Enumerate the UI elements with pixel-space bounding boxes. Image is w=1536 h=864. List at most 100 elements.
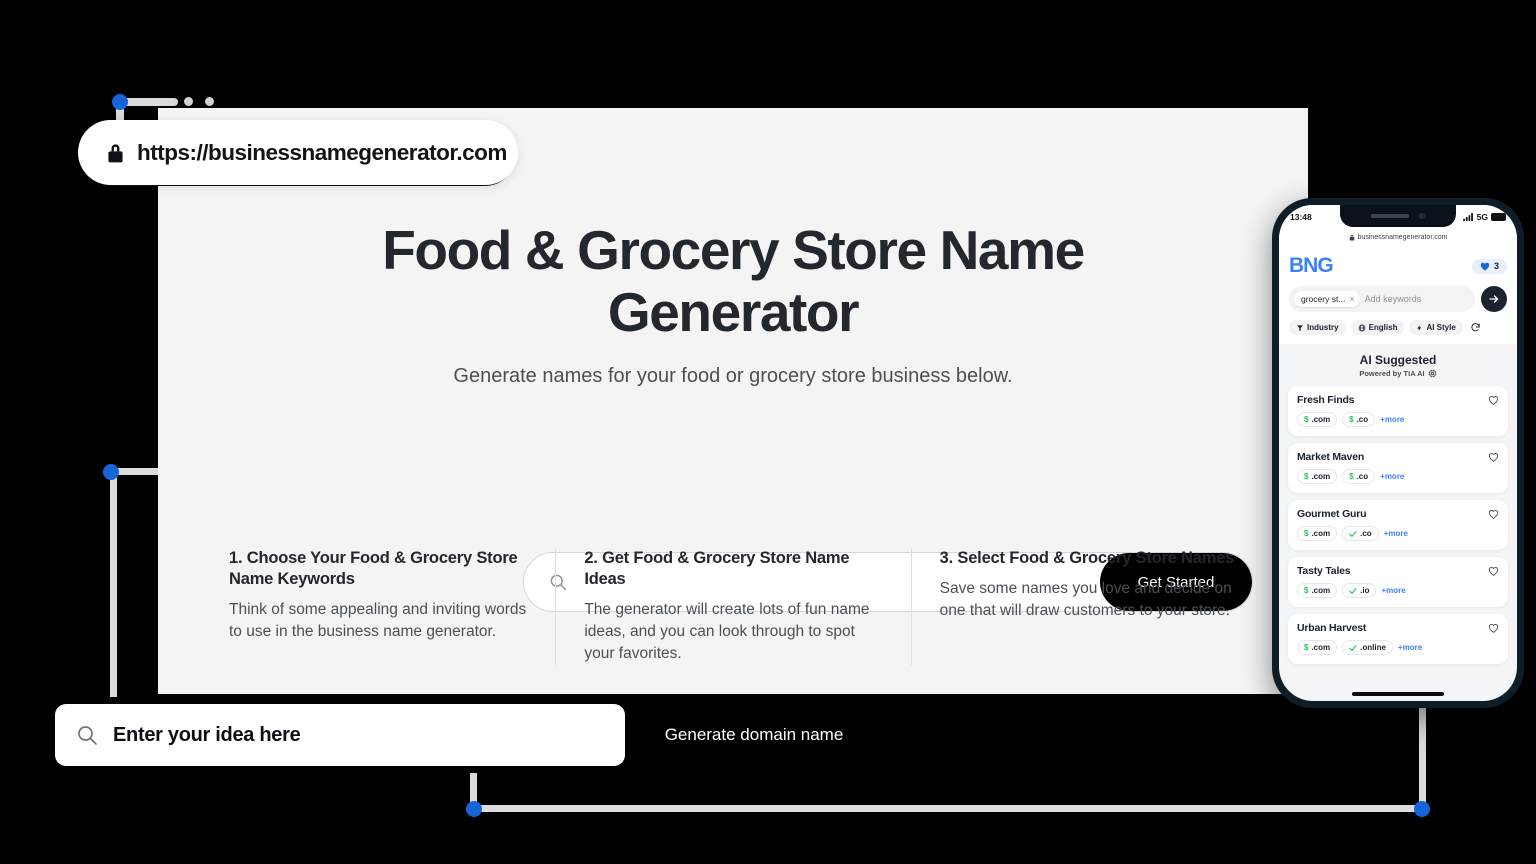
step-title: 1. Choose Your Food & Grocery Store Name… — [229, 549, 518, 589]
dollar-icon: $ — [1304, 643, 1309, 652]
result-name: Market Maven — [1297, 451, 1365, 463]
check-icon — [1349, 644, 1357, 652]
speaker-icon — [1371, 214, 1409, 218]
tld-badge[interactable]: $ .com — [1297, 526, 1338, 541]
tld-label: .co — [1356, 472, 1369, 481]
close-icon[interactable]: × — [1349, 294, 1354, 304]
tld-badge[interactable]: $ .com — [1297, 583, 1338, 598]
more-tlds-link[interactable]: +more — [1381, 586, 1405, 595]
heart-outline-icon — [1488, 623, 1499, 633]
search-icon — [75, 723, 99, 747]
favorite-button[interactable] — [1488, 623, 1499, 633]
browser-window: Food & Grocery Store Name Generator Gene… — [158, 108, 1308, 694]
more-tlds-link[interactable]: +more — [1380, 472, 1404, 481]
camera-icon — [1419, 213, 1425, 219]
more-tlds-link[interactable]: +more — [1398, 643, 1422, 652]
keyword-chip[interactable]: grocery st... × — [1294, 291, 1360, 307]
connector-dot-bottom-right — [1414, 801, 1430, 817]
bolt-icon — [1416, 324, 1423, 332]
connector-top-bar — [120, 98, 178, 106]
result-card[interactable]: Fresh Finds $ .com $ .co +more — [1288, 386, 1508, 436]
page-subtitle: Generate names for your food or grocery … — [453, 365, 1013, 388]
step-item-3: 3. Select Food & Grocery Store Names Sav… — [910, 548, 1266, 666]
favorite-button[interactable] — [1488, 566, 1499, 576]
more-tlds-link[interactable]: +more — [1380, 415, 1404, 424]
tld-badge[interactable]: $ .com — [1297, 469, 1338, 484]
result-card[interactable]: Urban Harvest $ .com .online +more — [1288, 614, 1508, 664]
generate-domain-name-button[interactable]: Generate domain name — [625, 704, 883, 766]
result-card[interactable]: Gourmet Guru $ .com .co +more — [1288, 500, 1508, 550]
keyword-input-wrapper[interactable]: grocery st... × Add keywords — [1289, 286, 1475, 312]
network-label: 5G — [1476, 212, 1488, 222]
heart-outline-icon — [1488, 566, 1499, 576]
refresh-icon — [1470, 322, 1481, 333]
tld-badge[interactable]: .online — [1342, 640, 1393, 655]
result-card[interactable]: Tasty Tales $ .com .io +more — [1288, 557, 1508, 607]
connector-dot-left — [103, 464, 119, 480]
connector-dot-bottom-left — [466, 801, 482, 817]
phone-url-text: businessnamegenerator.com — [1357, 234, 1448, 241]
connector-dot-top-left — [112, 94, 128, 110]
check-icon — [1349, 530, 1357, 538]
results-list: Fresh Finds $ .com $ .co +more Market Maven $ .c… — [1279, 386, 1517, 664]
result-name: Fresh Finds — [1297, 394, 1355, 406]
favorite-button[interactable] — [1488, 509, 1499, 519]
lock-icon — [1349, 234, 1355, 241]
chip-icon — [1428, 369, 1437, 378]
submit-keywords-button[interactable] — [1481, 286, 1507, 312]
result-name: Urban Harvest — [1297, 622, 1367, 634]
suggestions-title: AI Suggested — [1359, 353, 1437, 367]
heart-icon — [1480, 262, 1490, 271]
heart-outline-icon — [1488, 509, 1499, 519]
connector-right-vertical — [1419, 690, 1426, 810]
filter-label: English — [1368, 323, 1398, 332]
step-title: 3. Select Food & Grocery Store Names — [939, 549, 1235, 567]
result-card-header: Urban Harvest — [1297, 622, 1499, 634]
favorite-button[interactable] — [1488, 452, 1499, 462]
battery-icon — [1491, 213, 1506, 221]
tld-badge[interactable]: .co — [1342, 526, 1379, 541]
tld-label: .co — [1360, 529, 1372, 538]
domain-input-value[interactable]: Enter your idea here — [113, 724, 301, 747]
url-pill[interactable]: https://businessnamegenerator.com — [78, 120, 518, 185]
filter-ai-style[interactable]: AI Style — [1409, 320, 1463, 335]
more-tlds-link[interactable]: +more — [1384, 529, 1408, 538]
refresh-button[interactable] — [1468, 322, 1481, 333]
filter-language[interactable]: English — [1350, 320, 1405, 335]
filter-label: AI Style — [1426, 323, 1456, 332]
tld-badge[interactable]: $ .com — [1297, 640, 1338, 655]
browser-dot-2 — [205, 97, 214, 106]
check-icon — [1349, 587, 1357, 595]
tld-badge[interactable]: .io — [1342, 583, 1377, 598]
tld-row: $ .com .co +more — [1297, 526, 1499, 541]
step-title: 2. Get Food & Grocery Store Name Ideas — [584, 549, 850, 589]
favorites-badge[interactable]: 3 — [1471, 258, 1507, 274]
result-card-header: Fresh Finds — [1297, 394, 1499, 406]
tld-row: $ .com $ .co +more — [1297, 469, 1499, 484]
app-header-row: BNG 3 — [1289, 254, 1507, 278]
suggestions-subtitle-row: Powered by TIA AI — [1279, 369, 1517, 378]
bng-logo[interactable]: BNG — [1289, 254, 1334, 278]
tld-row: $ .com $ .co +more — [1297, 412, 1499, 427]
app-header: BNG 3 grocery st... × Add keywords Indus… — [1279, 246, 1517, 344]
tld-badge[interactable]: $ .co — [1342, 469, 1376, 484]
dollar-icon: $ — [1304, 472, 1309, 481]
favorite-button[interactable] — [1488, 395, 1499, 405]
status-right: 5G — [1462, 212, 1506, 222]
step-body: The generator will create lots of fun na… — [584, 601, 870, 663]
tld-row: $ .com .online +more — [1297, 640, 1499, 655]
tld-label: .online — [1360, 643, 1386, 652]
result-card[interactable]: Market Maven $ .com $ .co +more — [1288, 443, 1508, 493]
dollar-icon: $ — [1349, 472, 1354, 481]
tld-badge[interactable]: $ .co — [1342, 412, 1376, 427]
filter-industry[interactable]: Industry — [1289, 320, 1346, 335]
phone-url-strip[interactable]: businessnamegenerator.com — [1279, 229, 1517, 246]
step-body: Think of some appealing and inviting wor… — [229, 601, 527, 641]
dollar-icon: $ — [1304, 586, 1309, 595]
result-card-header: Market Maven — [1297, 451, 1499, 463]
filter-label: Industry — [1307, 323, 1339, 332]
browser-dot-1 — [184, 97, 193, 106]
tld-badge[interactable]: $ .com — [1297, 412, 1338, 427]
tld-label: .com — [1311, 472, 1331, 481]
steps-section: 1. Choose Your Food & Grocery Store Name… — [201, 548, 1266, 666]
